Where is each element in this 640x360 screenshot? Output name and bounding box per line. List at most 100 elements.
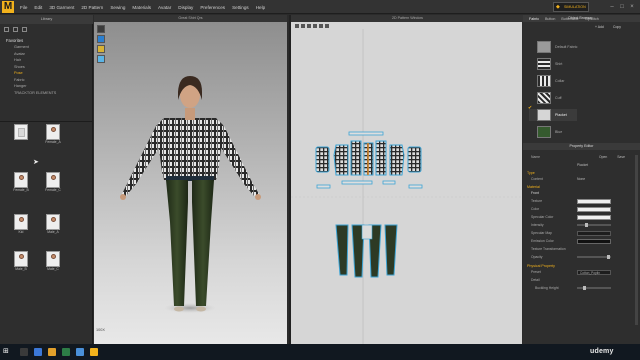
texture-transformation-row: Texture Transformation [527, 245, 635, 253]
texture-transformation-key[interactable]: Texture Transformation [527, 247, 607, 251]
fabric-label: Placket [555, 113, 567, 117]
pattern-piece-collar [341, 180, 373, 185]
library-header: Library [0, 15, 93, 24]
app-logo: M [2, 1, 14, 13]
fabric-item[interactable]: Collar [537, 75, 577, 87]
pattern-canvas[interactable] [291, 15, 524, 344]
menu-help[interactable]: Help [256, 5, 265, 10]
buckling-slider[interactable] [577, 286, 611, 290]
fabric-item[interactable]: Cuff [537, 92, 577, 104]
3d-viewport[interactable]: Great Shirt Qrs 100X [94, 15, 287, 344]
name-row: Name Open Save [527, 153, 635, 161]
windows-start-icon[interactable]: ⊞ [3, 348, 11, 356]
favorite-avatar[interactable]: Avatar [14, 52, 56, 56]
menu-sewing[interactable]: Sewing [110, 5, 125, 10]
store-icon[interactable] [62, 348, 70, 356]
menu-file[interactable]: File [20, 5, 27, 10]
fabric-item-selected[interactable]: Placket [529, 109, 578, 121]
tab-fabric[interactable]: Fabric [529, 17, 539, 21]
buckling-key: Buckling Height [535, 286, 559, 290]
favorite-pose[interactable]: Pose [14, 71, 56, 75]
pattern-piece-cuff-right [408, 184, 423, 189]
favorite-garment[interactable]: Garment [14, 45, 56, 49]
udemy-watermark: udemy [590, 348, 614, 355]
library-thumbnail[interactable] [14, 124, 34, 140]
menu-display[interactable]: Display [178, 5, 193, 10]
color-field[interactable] [577, 206, 611, 212]
opacity-slider[interactable] [577, 255, 611, 259]
search-icon[interactable] [20, 348, 28, 356]
library-panel: Library Favorites Garment Avatar Hair Sh… [0, 15, 93, 344]
avatar-icon [46, 172, 60, 188]
avatar-figure[interactable] [94, 22, 287, 344]
avatar-icon [14, 172, 28, 188]
color-key: Color [531, 207, 540, 211]
simulation-button[interactable]: SIMULATION [553, 2, 589, 12]
fabric-item[interactable]: Default Fabric [537, 41, 577, 53]
library-thumbnail[interactable]: Female_A [45, 124, 66, 144]
add-fabric-button[interactable]: + Add [595, 25, 604, 29]
browser-icon[interactable] [34, 348, 42, 356]
emission-color-field[interactable] [577, 238, 611, 244]
library-thumbnail[interactable]: Female_B [13, 172, 34, 192]
fabric-item[interactable]: Blue [537, 126, 577, 138]
intensity-row: Intensity [527, 221, 635, 229]
app-taskbar-icon[interactable] [90, 348, 98, 356]
maximize-icon[interactable]: □ [618, 3, 626, 11]
library-thumbnail[interactable]: Kid [14, 214, 34, 234]
open-button[interactable]: Open [599, 155, 607, 159]
content-value[interactable]: None [577, 177, 585, 181]
preset-dropdown[interactable]: Cotton_Poplin [577, 269, 611, 275]
opacity-row: Opacity [527, 253, 635, 261]
menu-2d-pattern[interactable]: 2D Pattern [81, 5, 103, 10]
copy-fabric-button[interactable]: Copy [613, 25, 621, 29]
specular-color-key: Specular Color [531, 215, 554, 219]
favorite-hanger[interactable]: Hanger [14, 84, 56, 88]
front-row: Front [527, 189, 635, 197]
fabric-swatch [537, 92, 551, 104]
detail-key[interactable]: Detail [527, 278, 577, 282]
menu-settings[interactable]: Settings [232, 5, 249, 10]
preset-row: Preset Cotton_Poplin [527, 268, 635, 276]
texture-field[interactable] [577, 198, 611, 204]
name-key: Name [531, 155, 541, 159]
save-button[interactable]: Save [617, 155, 625, 159]
favorite-tracktor-elements[interactable]: TRACKTOR ELEMENTS [14, 91, 56, 95]
fabric-swatch [537, 41, 551, 53]
thumbnail-label: Female_C [45, 188, 61, 192]
mail-icon[interactable] [76, 348, 84, 356]
3d-viewport-title: Great Shirt Qrs [94, 15, 287, 22]
pattern-piece-pant-back-left [335, 224, 349, 276]
favorite-shoes[interactable]: Shoes [14, 65, 56, 69]
library-thumbnail[interactable]: Male_C [46, 251, 66, 271]
front-label[interactable]: Front [527, 191, 577, 195]
specular-map-field[interactable] [577, 230, 611, 236]
forward-icon[interactable] [13, 27, 18, 32]
scrollbar[interactable] [635, 155, 638, 325]
pattern-piece-cuff [316, 184, 331, 189]
menu-avatar[interactable]: Avatar [158, 5, 171, 10]
library-thumbnail[interactable]: Male_B [14, 251, 34, 271]
back-icon[interactable] [4, 27, 9, 32]
folder-icon[interactable] [48, 348, 56, 356]
property-editor-title: Property Editor [523, 143, 640, 150]
name-value[interactable]: Placket [577, 163, 588, 167]
tab-button[interactable]: Button [545, 17, 555, 21]
menu-materials[interactable]: Materials [132, 5, 151, 10]
menu-edit[interactable]: Edit [34, 5, 42, 10]
menu-3d-garment[interactable]: 3D Garment [49, 5, 74, 10]
library-thumbnail[interactable]: Female_C [45, 172, 66, 192]
fabric-item[interactable]: Shirt [537, 58, 577, 70]
library-thumbnail[interactable]: Male_A [46, 214, 66, 234]
list-view-icon[interactable] [22, 27, 27, 32]
close-icon[interactable]: × [628, 3, 636, 11]
menu-preferences[interactable]: Preferences [200, 5, 225, 10]
favorite-fabric[interactable]: Fabric [14, 78, 56, 82]
minimize-icon[interactable]: – [608, 3, 616, 11]
intensity-slider[interactable] [577, 223, 611, 227]
favorite-hair[interactable]: Hair [14, 58, 56, 62]
right-panel: Fabric Button Buttonhole Topstitch Objec… [523, 15, 640, 344]
mouse-cursor-icon: ➤ [33, 159, 39, 166]
specular-color-field[interactable] [577, 214, 611, 220]
2d-pattern-window[interactable]: 2D Pattern Window [289, 15, 524, 344]
